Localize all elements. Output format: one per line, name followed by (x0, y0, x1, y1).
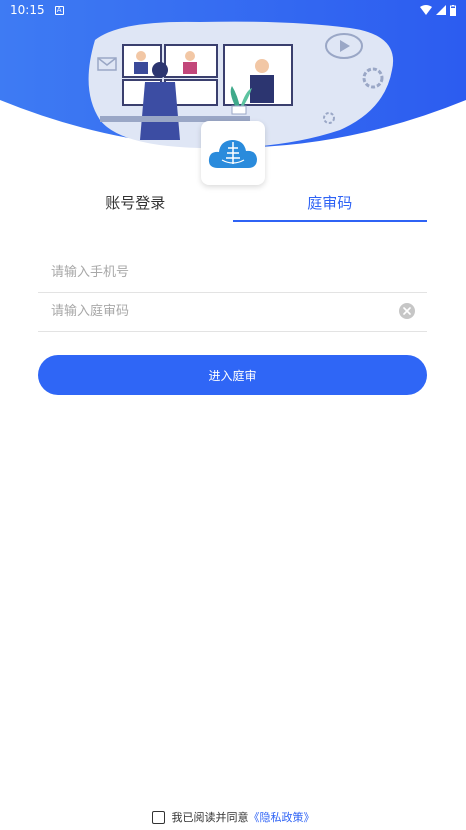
battery-icon (450, 4, 456, 16)
agree-checkbox[interactable] (151, 810, 165, 824)
notification-icon: A (54, 5, 64, 15)
phone-input[interactable] (38, 253, 427, 292)
status-bar: 10:15 A (0, 0, 466, 20)
close-icon (403, 307, 411, 315)
court-logo-icon (208, 140, 257, 168)
app-logo (201, 121, 265, 185)
tab-court-code[interactable]: 庭审码 (232, 190, 428, 222)
court-code-field (38, 292, 427, 332)
agree-text: 我已阅读并同意 (171, 811, 249, 824)
login-tabs: 账号登录 庭审码 (38, 190, 427, 222)
enter-court-button[interactable]: 进入庭审 (38, 355, 427, 395)
court-code-input[interactable] (38, 292, 427, 331)
signal-icon (436, 5, 446, 15)
phone-field (38, 253, 427, 293)
wifi-icon (420, 5, 432, 15)
tab-account-login[interactable]: 账号登录 (38, 190, 233, 222)
status-time: 10:15 (10, 3, 45, 17)
privacy-policy-link[interactable]: 《隐私政策》 (249, 809, 315, 825)
status-icons (420, 4, 456, 16)
privacy-agreement: 我已阅读并同意 《隐私政策》 (0, 809, 466, 825)
clear-icon[interactable] (399, 303, 415, 319)
